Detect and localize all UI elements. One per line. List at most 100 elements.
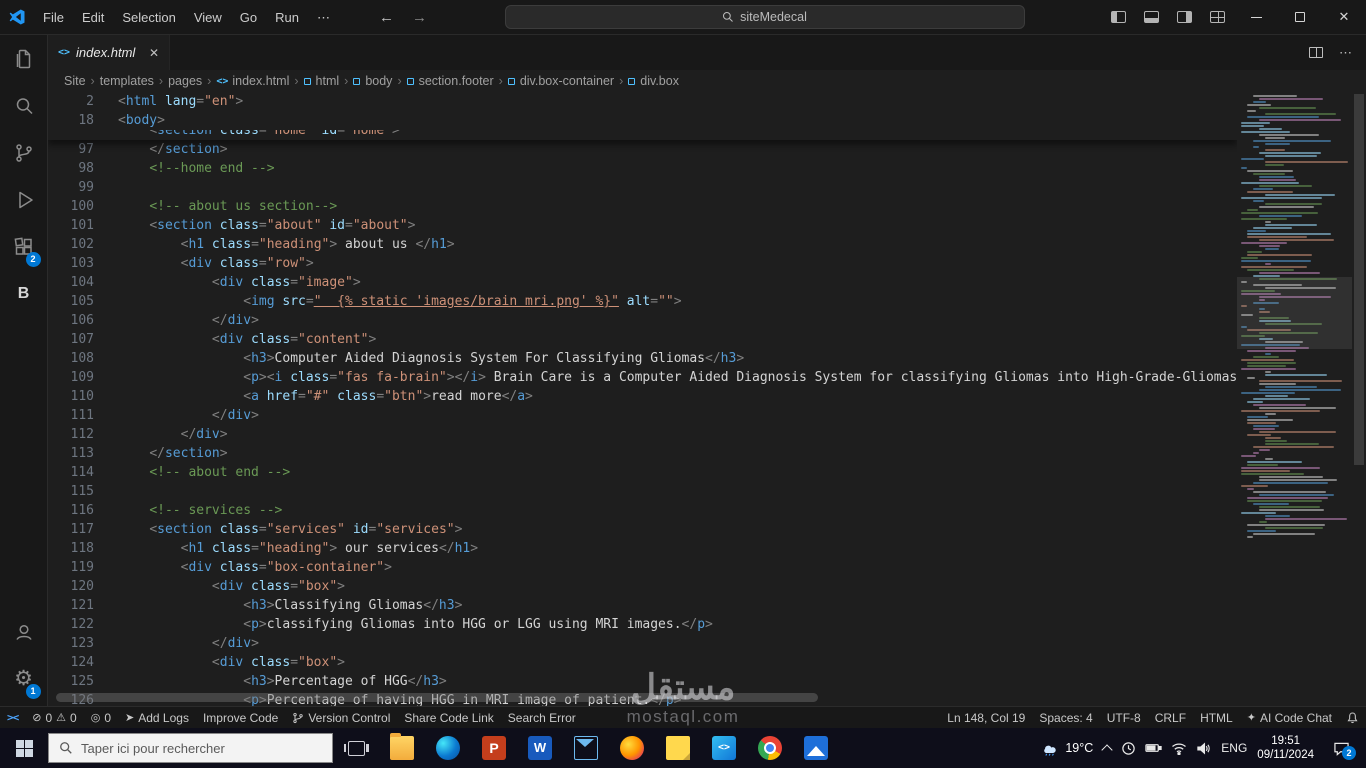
menu-go[interactable]: Go <box>231 0 266 35</box>
line-number: 2 <box>86 94 94 109</box>
horizontal-scrollbar[interactable] <box>56 693 818 702</box>
b-extension-icon[interactable]: B <box>0 270 48 317</box>
explorer-icon[interactable] <box>0 35 48 82</box>
volume-icon[interactable] <box>1196 742 1211 755</box>
maximize-button[interactable] <box>1278 0 1322 35</box>
source-control-icon[interactable] <box>0 129 48 176</box>
toggle-panel-icon[interactable] <box>1144 11 1159 23</box>
menu-selection[interactable]: Selection <box>113 0 184 35</box>
minimize-button[interactable] <box>1234 0 1278 35</box>
breadcrumb-item-section-footer[interactable]: section.footer <box>406 74 494 88</box>
eol-indicator[interactable]: CRLF <box>1148 707 1193 729</box>
breadcrumb: Site › templates › pages › <> index.html › html › b… <box>48 70 1366 92</box>
taskbar-app-powerpoint[interactable] <box>471 728 517 768</box>
code-area[interactable]: 2 <html lang="en"> 18 <body> <section class… <box>48 92 1237 706</box>
editor-more-actions-icon[interactable]: ⋯ <box>1339 45 1352 61</box>
notifications-bell[interactable] <box>1339 707 1366 729</box>
vertical-scrollbar[interactable] <box>1352 92 1366 706</box>
task-view-button[interactable] <box>333 728 379 768</box>
breadcrumb-item-div-box[interactable]: div.box <box>628 74 679 88</box>
toggle-secondary-sidebar-icon[interactable] <box>1177 11 1192 23</box>
clock-icon[interactable] <box>1121 741 1136 756</box>
customize-layout-icon[interactable] <box>1210 11 1225 23</box>
show-hidden-icons-chevron[interactable] <box>1101 743 1113 756</box>
code-text: <section class="services" id="services"> <box>149 522 463 537</box>
indentation-indicator[interactable]: Spaces: 4 <box>1032 707 1099 729</box>
line-number: 103 <box>70 256 94 271</box>
search-error-button[interactable]: Search Error <box>501 707 583 729</box>
line-number: 117 <box>70 522 94 537</box>
start-button[interactable] <box>0 728 48 768</box>
command-center-search[interactable]: siteMedecal <box>504 5 1025 29</box>
close-button[interactable]: ✕ <box>1322 0 1366 35</box>
breadcrumb-item-templates[interactable]: templates <box>100 74 154 88</box>
improve-code-button[interactable]: Improve Code <box>196 707 285 729</box>
menu-view[interactable]: View <box>185 0 231 35</box>
menu-more[interactable]: ⋯ <box>308 0 339 35</box>
split-editor-icon[interactable] <box>1309 47 1323 58</box>
minimap-line <box>1241 359 1294 361</box>
menu-edit[interactable]: Edit <box>73 0 113 35</box>
breadcrumb-item-div-box-container[interactable]: div.box-container <box>507 74 614 88</box>
ports-indicator[interactable]: ◎ 0 <box>84 707 118 729</box>
taskbar-app-vscode[interactable] <box>701 728 747 768</box>
taskbar-app-word[interactable] <box>517 728 563 768</box>
minimap-line <box>1247 350 1297 352</box>
add-logs-button[interactable]: ➤ Add Logs <box>118 707 196 729</box>
taskbar-app-edge[interactable] <box>425 728 471 768</box>
vscode-icon <box>712 736 736 760</box>
task-view-icon <box>343 740 369 756</box>
search-view-icon[interactable] <box>0 82 48 129</box>
minimap-slider[interactable] <box>1237 277 1352 349</box>
menu-run[interactable]: Run <box>266 0 308 35</box>
breadcrumb-item-html[interactable]: html <box>303 74 339 88</box>
line-number: 106 <box>70 313 94 328</box>
settings-gear-icon[interactable]: ⚙ 1 <box>0 655 48 702</box>
run-debug-icon[interactable] <box>0 176 48 223</box>
taskbar-app-sticky-notes[interactable] <box>655 728 701 768</box>
toggle-sidebar-icon[interactable] <box>1111 11 1126 23</box>
weather-widget[interactable]: 19°C <box>1040 740 1093 756</box>
problems-indicator[interactable]: ⊘ 0 ⚠ 0 <box>25 707 83 729</box>
extensions-icon[interactable]: 2 <box>0 223 48 270</box>
taskbar-app-explorer[interactable] <box>379 728 425 768</box>
tab-close-icon[interactable]: ✕ <box>149 46 159 60</box>
breadcrumb-item-pages[interactable]: pages <box>168 74 202 88</box>
account-icon[interactable] <box>0 608 48 655</box>
taskbar-search[interactable]: Taper ici pour rechercher <box>48 733 333 763</box>
maximize-icon <box>1295 12 1305 22</box>
cursor-position[interactable]: Ln 148, Col 19 <box>940 707 1032 729</box>
history-back-icon[interactable]: ← <box>379 9 394 26</box>
ai-code-chat-button[interactable]: ✦ AI Code Chat <box>1240 707 1339 729</box>
code-editor[interactable]: 2 <html lang="en"> 18 <body> <section class… <box>48 92 1366 706</box>
minimap[interactable] <box>1237 92 1352 706</box>
taskbar-app-firefox[interactable] <box>609 728 655 768</box>
line-number: 114 <box>70 465 94 480</box>
taskbar-app-mail[interactable] <box>563 728 609 768</box>
close-icon: ✕ <box>1338 9 1350 24</box>
error-icon: ⊘ <box>32 712 42 724</box>
minimap-line <box>1259 239 1335 241</box>
language-mode[interactable]: HTML <box>1193 707 1240 729</box>
code-line: 109 <p><i class="fas fa-brain"></i> Brai… <box>48 368 1237 387</box>
code-line: 122 <p>classifying Gliomas into HGG or L… <box>48 615 1237 634</box>
scrollbar-thumb[interactable] <box>1354 94 1364 465</box>
menu-file[interactable]: File <box>34 0 73 35</box>
keyboard-language[interactable]: ENG <box>1221 741 1247 755</box>
breadcrumb-item-index-html[interactable]: <> index.html <box>216 74 289 88</box>
version-control-button[interactable]: Version Control <box>285 707 397 729</box>
breadcrumb-item-site[interactable]: Site <box>64 74 86 88</box>
history-forward-icon[interactable]: → <box>412 9 427 26</box>
encoding-indicator[interactable]: UTF-8 <box>1100 707 1148 729</box>
breadcrumb-item-body[interactable]: body <box>353 74 392 88</box>
share-code-link-button[interactable]: Share Code Link <box>397 707 500 729</box>
battery-icon[interactable] <box>1145 741 1162 755</box>
taskbar-app-photos[interactable] <box>793 728 839 768</box>
taskbar-app-chrome[interactable] <box>747 728 793 768</box>
action-center-button[interactable]: 2 <box>1324 741 1358 760</box>
clock-widget[interactable]: 19:51 09/11/2024 <box>1257 734 1314 762</box>
minimap-line <box>1253 95 1298 97</box>
tab-index-html[interactable]: <> index.html ✕ <box>48 35 170 70</box>
remote-indicator[interactable]: >< <box>0 707 25 729</box>
network-wifi-icon[interactable] <box>1171 742 1187 755</box>
